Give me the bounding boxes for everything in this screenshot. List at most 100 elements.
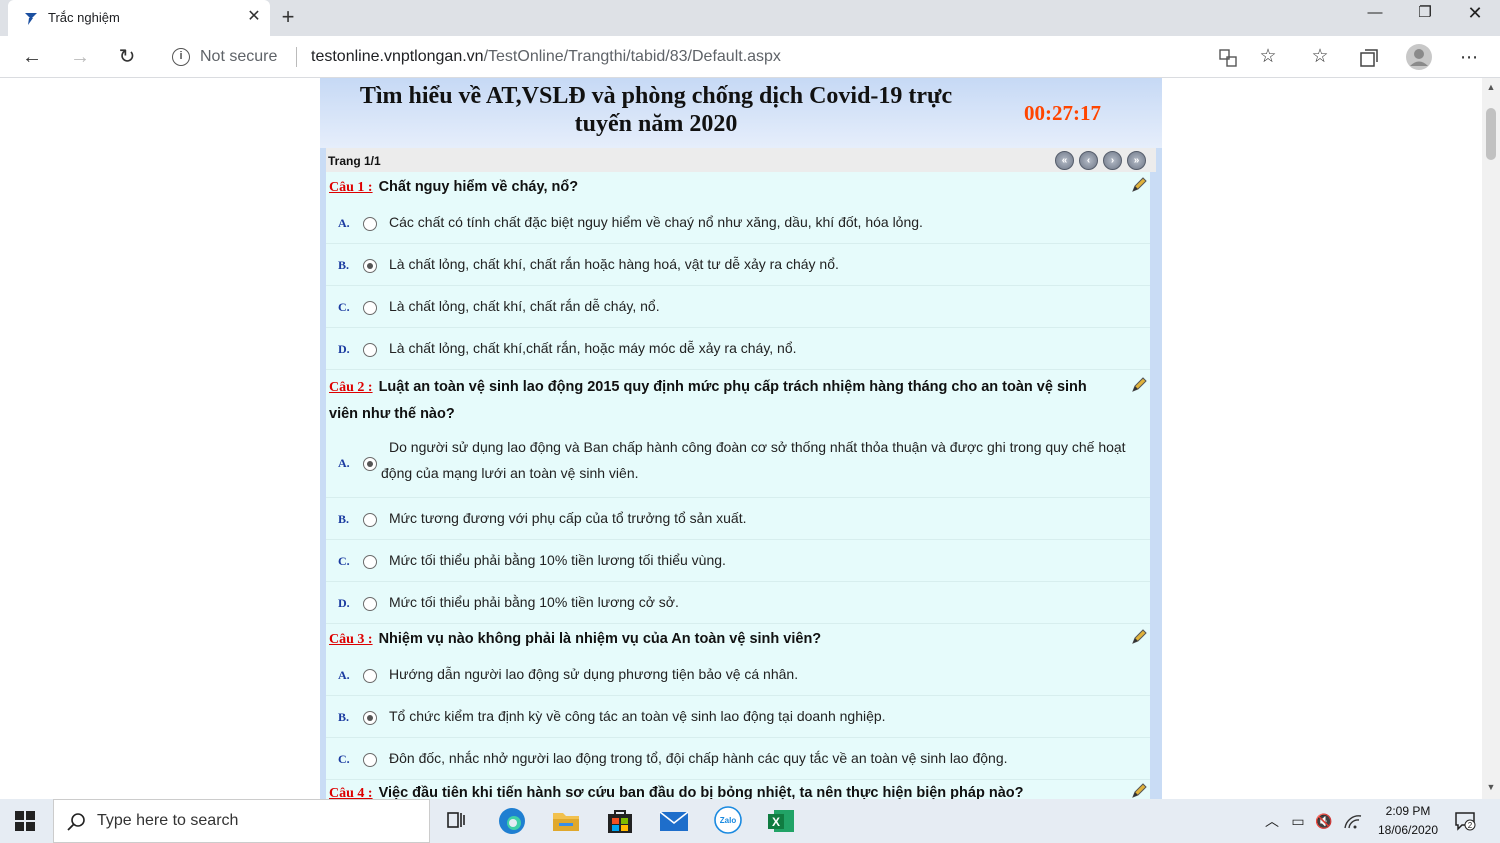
answer-option[interactable]: B. Mức tương đương với phụ cấp của tổ tr… <box>326 498 1150 540</box>
option-text: Là chất lỏng, chất khí, chất rắn dễ cháy… <box>389 298 660 314</box>
exam-title-line2: tuyến năm 2020 <box>574 111 738 137</box>
answer-radio-selected[interactable] <box>363 711 377 725</box>
answer-option[interactable]: D. Là chất lỏng, chất khí,chất rắn, hoặc… <box>326 328 1150 370</box>
pencil-icon[interactable] <box>1130 628 1148 646</box>
more-menu-icon[interactable]: ⋯ <box>1455 44 1483 72</box>
info-icon[interactable]: i <box>172 48 190 66</box>
minimize-icon[interactable]: — <box>1350 0 1400 30</box>
answer-radio-selected[interactable] <box>363 259 377 273</box>
notification-count: 2 <box>1468 821 1473 830</box>
search-placeholder: Type here to search <box>97 812 239 829</box>
refresh-icon[interactable]: ↻ <box>113 44 141 72</box>
answer-radio[interactable] <box>363 669 377 683</box>
page-scrollbar[interactable]: ▲ ▼ <box>1482 78 1500 799</box>
profile-avatar-icon[interactable] <box>1405 43 1433 71</box>
prev-page-button[interactable]: ‹ <box>1079 151 1098 170</box>
search-icon <box>67 813 85 831</box>
windows-start-icon[interactable] <box>14 810 36 832</box>
svg-text:Zalo: Zalo <box>720 816 737 825</box>
wifi-icon[interactable] <box>1343 812 1363 830</box>
excel-icon[interactable]: X <box>760 803 804 839</box>
restore-icon[interactable]: ❐ <box>1400 0 1450 30</box>
close-window-icon[interactable]: ✕ <box>1450 0 1500 30</box>
question-number: Câu 1 : <box>329 180 373 195</box>
security-status[interactable]: Not secure <box>200 48 277 66</box>
translate-icon[interactable] <box>1218 48 1238 68</box>
answer-option[interactable]: C. Đôn đốc, nhắc nhở người lao động tron… <box>326 738 1150 780</box>
tab-close-icon[interactable]: ✕ <box>244 7 264 27</box>
show-hidden-icons-icon[interactable]: ︿ <box>1262 811 1282 831</box>
answer-radio[interactable] <box>363 301 377 315</box>
answer-radio[interactable] <box>363 753 377 767</box>
battery-icon[interactable]: ▭ <box>1288 811 1308 831</box>
favorite-star-icon[interactable]: ☆ <box>1254 44 1282 72</box>
option-letter: A. <box>338 216 350 230</box>
tab-title: Trắc nghiệm <box>48 10 120 25</box>
answer-radio[interactable] <box>363 597 377 611</box>
answer-option[interactable]: B. Là chất lỏng, chất khí, chất rắn hoặc… <box>326 244 1150 286</box>
question-1: Câu 1 : Chất nguy hiểm về cháy, nổ? <box>329 174 1119 201</box>
next-page-button[interactable]: › <box>1103 151 1122 170</box>
collections-icon[interactable] <box>1358 47 1380 69</box>
option-letter: A. <box>338 668 350 682</box>
question-text: Việc đầu tiên khi tiến hành sơ cứu ban đ… <box>378 785 1024 799</box>
zalo-icon[interactable]: Zalo <box>706 803 750 839</box>
notification-center-icon[interactable]: 2 <box>1454 811 1476 831</box>
option-text: Hướng dẫn người lao động sử dụng phương … <box>389 666 799 682</box>
exam-header: Tìm hiểu về AT,VSLĐ và phòng chống dịch … <box>320 78 1162 148</box>
clock-date[interactable]: 18/06/2020 <box>1370 823 1446 837</box>
answer-option[interactable]: C. Mức tối thiểu phải bằng 10% tiền lươn… <box>326 540 1150 582</box>
option-text: Mức tương đương với phụ cấp của tổ trưởn… <box>389 510 747 526</box>
web-page: Tìm hiểu về AT,VSLĐ và phòng chống dịch … <box>0 78 1500 799</box>
volume-muted-icon[interactable]: 🔇 <box>1314 811 1334 831</box>
first-page-button[interactable]: « <box>1055 151 1074 170</box>
answer-radio[interactable] <box>363 343 377 357</box>
option-text: Đôn đốc, nhắc nhở người lao động trong t… <box>389 750 1008 766</box>
scroll-up-icon[interactable]: ▲ <box>1486 82 1496 92</box>
url-path: /TestOnline/Trangthi/tabid/83/Default.as… <box>483 48 781 65</box>
forward-icon[interactable]: → <box>66 44 94 72</box>
scroll-down-icon[interactable]: ▼ <box>1486 782 1496 792</box>
address-bar[interactable]: i Not secure testonline.vnptlongan.vn/Te… <box>158 40 1288 74</box>
option-letter: C. <box>338 752 350 766</box>
store-icon[interactable] <box>598 803 642 839</box>
answer-radio[interactable] <box>363 513 377 527</box>
pencil-icon[interactable] <box>1130 376 1148 394</box>
file-explorer-icon[interactable] <box>544 803 588 839</box>
url-text[interactable]: testonline.vnptlongan.vn/TestOnline/Tran… <box>311 48 781 66</box>
edge-browser-icon[interactable] <box>490 803 534 839</box>
answer-radio[interactable] <box>363 217 377 231</box>
option-text: Mức tối thiểu phải bằng 10% tiền lương t… <box>389 552 726 568</box>
option-text: Là chất lỏng, chất khí,chất rắn, hoặc má… <box>389 340 797 356</box>
answer-option[interactable]: B. Tổ chức kiểm tra định kỳ về công tác … <box>326 696 1150 738</box>
favorites-list-icon[interactable]: ☆ <box>1306 44 1334 72</box>
taskbar-search-box[interactable]: Type here to search <box>53 799 430 843</box>
pencil-icon[interactable] <box>1130 176 1148 194</box>
question-text: Luật an toàn vệ sinh lao động 2015 quy đ… <box>329 379 1087 422</box>
answer-option[interactable]: A. Các chất có tính chất đặc biệt nguy h… <box>326 202 1150 244</box>
question-number: Câu 4 : <box>329 786 373 799</box>
answer-option[interactable]: D. Mức tối thiểu phải bằng 10% tiền lươn… <box>326 582 1150 624</box>
last-page-button[interactable]: » <box>1127 151 1146 170</box>
back-icon[interactable]: ← <box>18 44 46 72</box>
exam-title-line1: Tìm hiểu về AT,VSLĐ và phòng chống dịch … <box>359 83 953 109</box>
task-view-icon[interactable] <box>434 803 478 839</box>
option-letter: D. <box>338 342 350 356</box>
answer-option[interactable]: A. Do người sử dụng lao động và Ban chấp… <box>326 428 1150 498</box>
answer-radio[interactable] <box>363 555 377 569</box>
pencil-icon[interactable] <box>1130 782 1148 799</box>
option-letter: B. <box>338 710 350 724</box>
exam-title: Tìm hiểu về AT,VSLĐ và phòng chống dịch … <box>330 82 982 138</box>
option-letter: B. <box>338 258 350 272</box>
scroll-thumb[interactable] <box>1486 108 1496 160</box>
new-tab-button[interactable]: + <box>276 6 300 30</box>
answer-option[interactable]: A. Hướng dẫn người lao động sử dụng phươ… <box>326 654 1150 696</box>
clock-time[interactable]: 2:09 PM <box>1378 804 1438 818</box>
mail-icon[interactable] <box>652 803 696 839</box>
pagination-bar: Trang 1/1 « ‹ › » <box>326 148 1156 172</box>
tab-active[interactable]: Trắc nghiệm ✕ <box>8 0 270 36</box>
answer-option[interactable]: C. Là chất lỏng, chất khí, chất rắn dễ c… <box>326 286 1150 328</box>
option-text: Mức tối thiểu phải bằng 10% tiền lương c… <box>389 594 679 610</box>
answer-radio-selected[interactable] <box>363 457 377 471</box>
question-list: Câu 1 : Chất nguy hiểm về cháy, nổ? A. Cá… <box>326 172 1150 799</box>
